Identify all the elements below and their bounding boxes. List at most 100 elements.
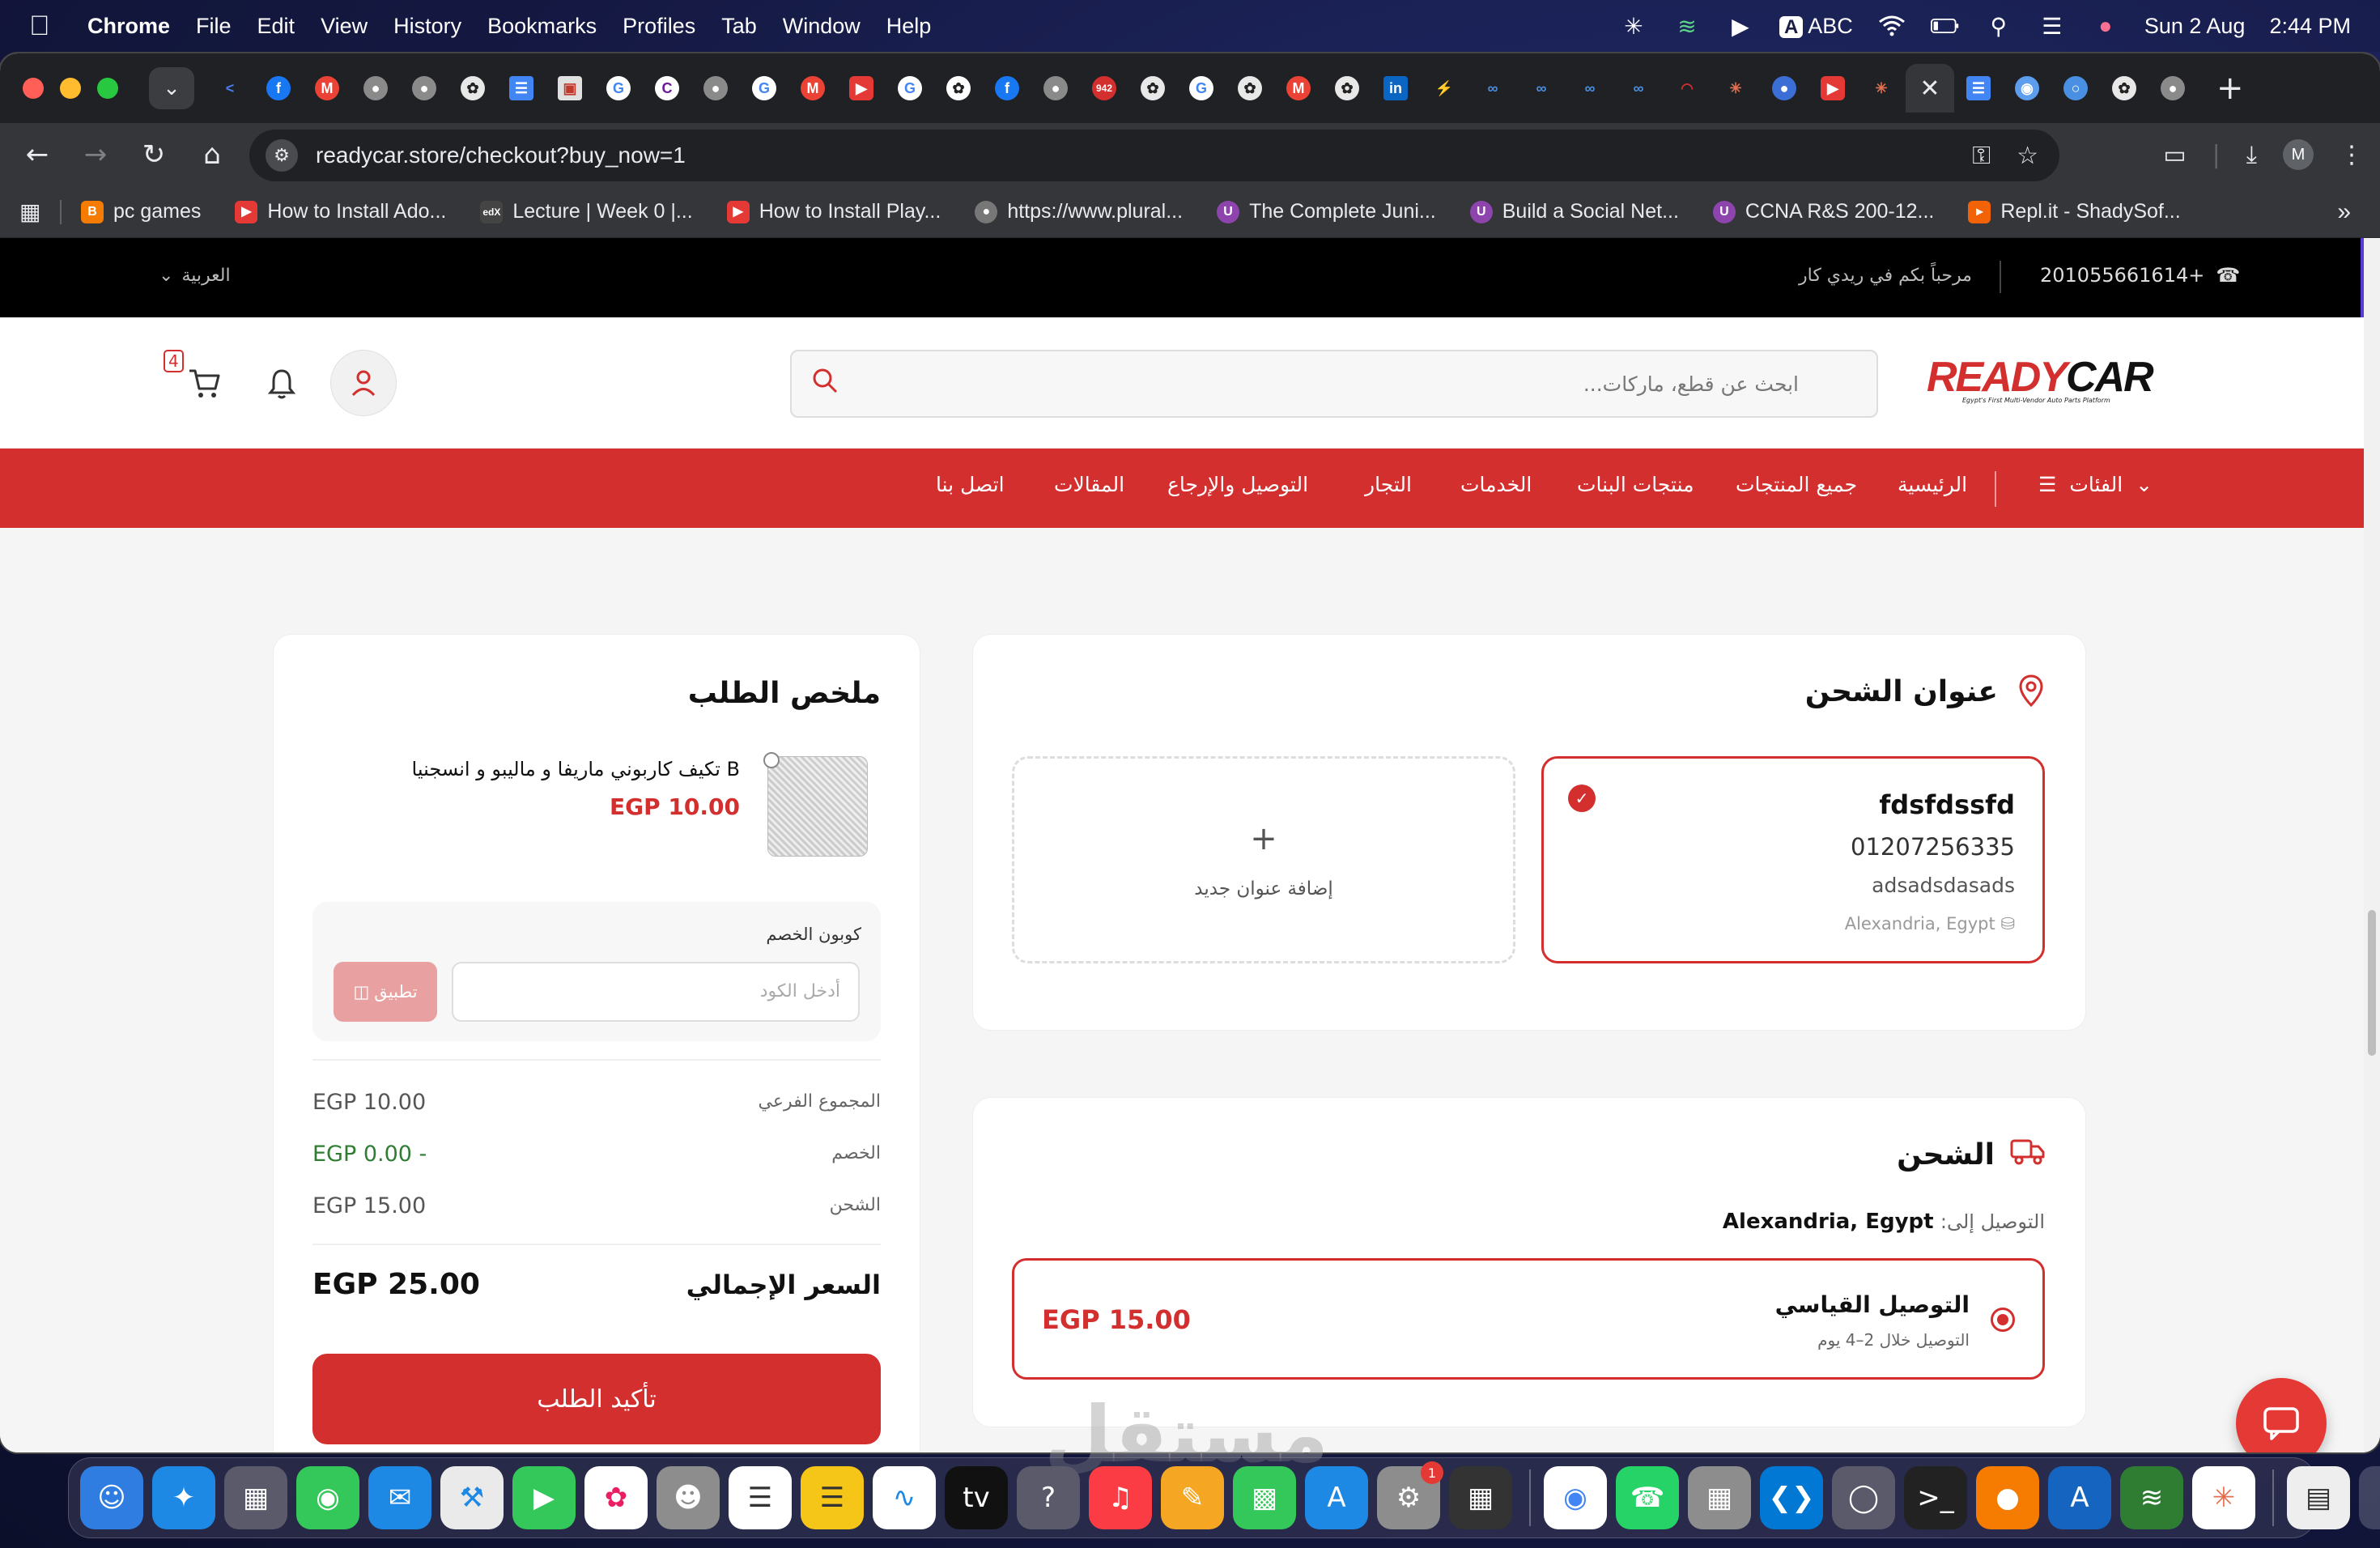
tab-favicon-chatgpt[interactable]: ✿: [1226, 66, 1274, 111]
reload-icon[interactable]: ↻: [125, 125, 183, 184]
safari-icon[interactable]: ✦: [152, 1466, 215, 1529]
tab-favicon-google[interactable]: G: [740, 66, 788, 111]
tab-favicon-google[interactable]: G: [594, 66, 643, 111]
extensions-puzzle-icon[interactable]: ▭: [2163, 141, 2186, 169]
tab-favicon-claude[interactable]: ✳: [1857, 66, 1906, 111]
bookmark-item[interactable]: U The Complete Juni...: [1217, 200, 1436, 223]
app-store-icon[interactable]: A: [1305, 1466, 1368, 1529]
shipping-option-standard[interactable]: التوصيل القياسي التوصيل خلال 2–4 يوم EGP…: [1012, 1258, 2045, 1380]
nav-services[interactable]: الخدمات: [1460, 473, 1532, 496]
bookmark-item[interactable]: ▶ How to Install Play...: [726, 200, 941, 223]
contacts-icon[interactable]: ☻: [657, 1466, 720, 1529]
tab-favicon-gmail[interactable]: M: [788, 66, 837, 111]
menu-bookmarks[interactable]: Bookmarks: [487, 14, 597, 39]
zoom-window-button[interactable]: [97, 78, 118, 99]
shipping-radio-selected[interactable]: [1991, 1308, 2015, 1332]
tab-favicon-openai[interactable]: ✿: [934, 66, 983, 111]
page-scrollbar[interactable]: [2364, 238, 2380, 1452]
menu-window[interactable]: Window: [783, 14, 861, 39]
nav-delivery-returns[interactable]: التوصيل والإرجاع: [1167, 473, 1308, 496]
music-icon[interactable]: ♫: [1089, 1466, 1152, 1529]
tab-favicon-gauge[interactable]: ◠: [1663, 66, 1711, 111]
apple-tv-icon[interactable]: tv: [945, 1466, 1008, 1529]
minimize-window-button[interactable]: [60, 78, 81, 99]
menu-history[interactable]: History: [393, 14, 461, 39]
calculator-icon[interactable]: ▦: [1688, 1466, 1751, 1529]
bookmark-star-icon[interactable]: ☆: [2017, 142, 2038, 170]
apply-coupon-button[interactable]: تطبيق ◫: [334, 962, 437, 1022]
address-bar-url[interactable]: readycar.store/checkout?buy_now=1: [316, 142, 686, 168]
tab-favicon-chatgpt[interactable]: ✿: [448, 66, 497, 111]
bookmark-item[interactable]: edX Lecture | Week 0 |...: [480, 200, 693, 223]
font-app-icon[interactable]: A: [2048, 1466, 2111, 1529]
messages-icon[interactable]: ◉: [296, 1466, 359, 1529]
help-icon[interactable]: ?: [1017, 1466, 1080, 1529]
tab-favicon-meta[interactable]: ∞: [1614, 66, 1663, 111]
menu-file[interactable]: File: [196, 14, 232, 39]
remove-item-icon[interactable]: [763, 752, 780, 768]
system-settings-icon[interactable]: ⚙ 1: [1377, 1461, 1443, 1529]
tab-favicon-globe[interactable]: ●: [1031, 66, 1080, 111]
bookmark-item[interactable]: ▶ How to Install Ado...: [235, 200, 446, 223]
audio-app-icon[interactable]: ≋: [2120, 1466, 2183, 1529]
spotlight-search-icon[interactable]: ⚲: [1984, 11, 2013, 40]
tab-favicon-chatgpt[interactable]: ✿: [1128, 66, 1177, 111]
freeform-icon[interactable]: ∿: [873, 1466, 936, 1529]
address-option-selected[interactable]: ✓ fdsfdssfd 01207256335 adsadsdasads Ale…: [1541, 756, 2045, 963]
menu-profiles[interactable]: Profiles: [623, 14, 695, 39]
whatsapp-icon[interactable]: ☎: [1616, 1466, 1679, 1529]
finder-icon[interactable]: ☺: [80, 1466, 143, 1529]
photos-icon[interactable]: ✿: [584, 1466, 648, 1529]
back-arrow-icon[interactable]: ←: [8, 125, 66, 184]
more-bookmarks-chevron-icon[interactable]: »: [2337, 198, 2351, 226]
language-switcher[interactable]: ⌄ العربية: [159, 266, 231, 286]
tab-favicon-globe[interactable]: ●: [691, 66, 740, 111]
tab-favicon-moon[interactable]: C: [643, 66, 691, 111]
tab-favicon-meta[interactable]: ∞: [1517, 66, 1566, 111]
nav-contact[interactable]: اتصل بنا: [936, 473, 1005, 496]
address-bar[interactable]: ⚙ readycar.store/checkout?buy_now=1 ⚿ ☆: [249, 130, 2059, 181]
bookmark-item[interactable]: ● https://www.plural...: [975, 200, 1183, 223]
tab-favicon-globe[interactable]: ●: [400, 66, 448, 111]
menu-view[interactable]: View: [321, 14, 368, 39]
password-key-icon[interactable]: ⚿: [1972, 142, 1991, 170]
close-window-button[interactable]: [23, 78, 44, 99]
tab-favicon-globe[interactable]: ●: [351, 66, 400, 111]
pages-icon[interactable]: ✎: [1161, 1466, 1224, 1529]
chrome-icon[interactable]: ◉: [1544, 1466, 1607, 1529]
control-center-icon[interactable]: ☰: [2038, 11, 2067, 40]
tab-favicon-google[interactable]: G: [1177, 66, 1226, 111]
active-tab-close-icon[interactable]: ✕: [1906, 64, 1954, 113]
apple-menu-icon[interactable]: : [29, 11, 68, 42]
tab-favicon-meta[interactable]: ∞: [1566, 66, 1614, 111]
tab-favicon-ring[interactable]: ○: [2051, 66, 2100, 111]
tab-favicon-circle[interactable]: ◉: [2003, 66, 2051, 111]
claude-app-icon[interactable]: ✳: [2192, 1466, 2255, 1529]
tab-favicon-badge[interactable]: 942: [1080, 66, 1128, 111]
disk-utility-icon[interactable]: ◯: [1832, 1466, 1895, 1529]
tab-favicon-facebook[interactable]: f: [983, 66, 1031, 111]
add-new-address-button[interactable]: + إضافة عنوان جديد: [1012, 756, 1515, 963]
wifi-icon[interactable]: [1877, 11, 1906, 40]
product-search-input[interactable]: ابحث عن قطع، ماركات...: [790, 350, 1878, 418]
chrome-menu-kebab-icon[interactable]: ⋮: [2340, 141, 2364, 169]
scrollbar-thumb[interactable]: [2368, 910, 2376, 1056]
tab-favicon-facebook[interactable]: f: [254, 66, 303, 111]
cart-icon[interactable]: [188, 368, 222, 407]
categories-menu[interactable]: ⌄ الفئات ☰: [2038, 473, 2153, 496]
tab-favicon-docs[interactable]: ☰: [1954, 66, 2003, 111]
facetime-icon[interactable]: ▶: [512, 1466, 576, 1529]
bookmark-item[interactable]: U CCNA R&S 200-12...: [1712, 200, 1934, 223]
tab-favicon-docs[interactable]: ☰: [497, 66, 546, 111]
profile-avatar[interactable]: M: [2283, 139, 2314, 170]
chat-support-button[interactable]: [2236, 1378, 2327, 1452]
numbers-icon[interactable]: ▩: [1233, 1466, 1296, 1529]
tab-favicon-image[interactable]: ▣: [546, 66, 594, 111]
siri-icon[interactable]: ●: [2091, 11, 2120, 40]
nav-girls-products[interactable]: منتجات البنات: [1577, 473, 1694, 496]
new-tab-button[interactable]: +: [2216, 70, 2244, 107]
tab-favicon-google[interactable]: G: [886, 66, 934, 111]
nav-merchants[interactable]: التجار: [1365, 473, 1412, 496]
menu-edit[interactable]: Edit: [257, 14, 295, 39]
site-info-icon[interactable]: ⚙: [266, 139, 298, 172]
